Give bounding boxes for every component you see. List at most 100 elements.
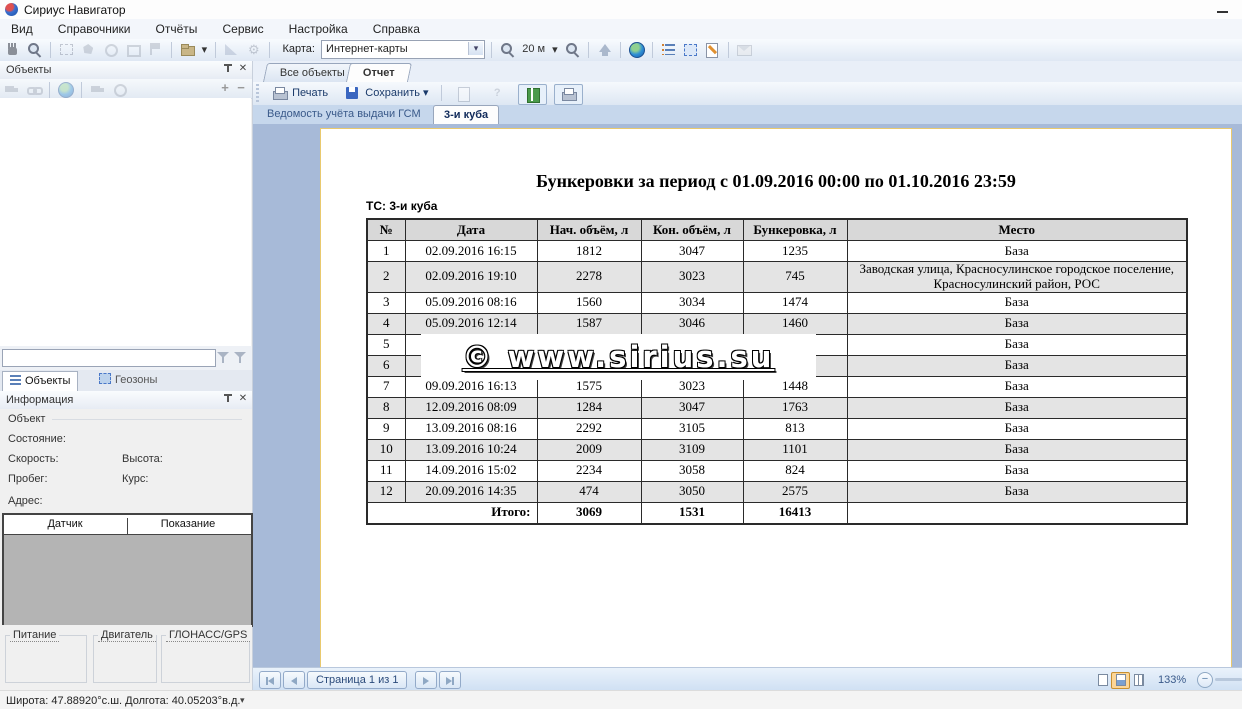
tab-report[interactable]: Отчет bbox=[346, 63, 412, 82]
search-icon[interactable] bbox=[26, 41, 43, 58]
page-setup-button[interactable] bbox=[450, 84, 477, 103]
table-cell: 1587 bbox=[537, 313, 641, 334]
tab-all-objects-label: Все объекты bbox=[280, 64, 345, 82]
table-row: 1114.09.2016 15:0222343058824База bbox=[367, 460, 1187, 481]
table-cell: 02.09.2016 19:10 bbox=[405, 262, 537, 293]
polygon-select-icon[interactable] bbox=[80, 41, 97, 58]
pin-icon[interactable] bbox=[222, 394, 234, 406]
scale-dropdown-arrow[interactable]: ▾ bbox=[552, 43, 558, 56]
minimize-icon bbox=[1217, 11, 1228, 13]
report-toolbar: Печать Сохранить ▾ ? bbox=[253, 82, 1242, 106]
chevron-down-icon[interactable]: ▾ bbox=[468, 42, 483, 55]
table-cell: 2 bbox=[367, 262, 405, 293]
layers-folder-icon[interactable] bbox=[179, 41, 196, 58]
info-panel-title: Информация bbox=[6, 394, 73, 406]
tab-fuel-sheet[interactable]: Ведомость учёта выдачи ГСМ bbox=[257, 105, 431, 123]
filter-icon[interactable] bbox=[216, 352, 230, 365]
tab-geozones[interactable]: Геозоны bbox=[92, 371, 164, 390]
gear-icon[interactable]: ⚙ bbox=[245, 41, 262, 58]
rectangle-tool-icon[interactable] bbox=[124, 41, 141, 58]
multi-page-view-button[interactable] bbox=[1129, 672, 1148, 689]
home-view-icon[interactable] bbox=[596, 41, 613, 58]
close-icon[interactable]: ✕ bbox=[237, 63, 249, 75]
edit-notes-icon[interactable] bbox=[704, 41, 721, 58]
track-object-icon[interactable] bbox=[89, 81, 106, 98]
follow-icon[interactable] bbox=[111, 81, 128, 98]
circle-tool-icon[interactable] bbox=[102, 41, 119, 58]
status-groups: Питание Двигатель ГЛОНАСС/GPS bbox=[0, 625, 252, 690]
add-object-icon[interactable] bbox=[3, 81, 20, 98]
print-preview-button[interactable] bbox=[554, 84, 583, 105]
report-subtitle: ТС: 3-и куба bbox=[366, 199, 437, 213]
fit-width-view-button[interactable] bbox=[1111, 672, 1130, 689]
link-icon[interactable] bbox=[25, 81, 42, 98]
tab-3i-kuba[interactable]: 3-и куба bbox=[433, 105, 499, 124]
table-row: 102.09.2016 16:15181230471235База bbox=[367, 241, 1187, 262]
mail-icon[interactable] bbox=[736, 41, 753, 58]
report-viewport[interactable]: Бункеровки за период с 01.09.2016 00:00 … bbox=[253, 124, 1242, 667]
table-cell: База bbox=[847, 418, 1187, 439]
globe-icon[interactable] bbox=[628, 41, 645, 58]
table-cell: 02.09.2016 16:15 bbox=[405, 241, 537, 262]
next-page-button[interactable] bbox=[415, 671, 437, 689]
close-icon[interactable]: ✕ bbox=[237, 393, 249, 405]
marquee-select-icon[interactable] bbox=[58, 41, 75, 58]
flag-tool-icon[interactable] bbox=[146, 41, 163, 58]
pager-bar: Страница 1 из 1 133% − bbox=[253, 667, 1242, 691]
zoom-in-icon[interactable] bbox=[499, 41, 516, 58]
totals-label: Итого: bbox=[367, 502, 537, 524]
expand-all-icon[interactable]: + bbox=[218, 80, 232, 96]
tab-3i-kuba-label: 3-и куба bbox=[444, 109, 488, 121]
zoom-out-icon[interactable] bbox=[564, 41, 581, 58]
field-address-label: Адрес: bbox=[8, 495, 43, 507]
sensor-table: Датчик Показание bbox=[2, 513, 253, 627]
parameters-panel-button[interactable] bbox=[518, 84, 547, 105]
help-button[interactable]: ? bbox=[484, 84, 511, 103]
geozone-icon bbox=[99, 373, 111, 384]
table-cell: 3047 bbox=[641, 241, 743, 262]
toolbar-separator bbox=[491, 42, 492, 58]
menu-directories[interactable]: Справочники bbox=[47, 19, 142, 39]
toolbar-separator bbox=[269, 42, 270, 58]
pan-tool-icon[interactable] bbox=[4, 41, 21, 58]
objects-tree[interactable] bbox=[0, 98, 251, 347]
engine-group-label: Двигатель bbox=[98, 629, 156, 642]
totals-row: Итого: 3069 1531 16413 bbox=[367, 502, 1187, 524]
selection-area-icon[interactable] bbox=[682, 41, 699, 58]
show-on-map-icon[interactable] bbox=[57, 81, 74, 98]
minimize-button[interactable] bbox=[1212, 4, 1232, 16]
map-select[interactable]: Интернет-карты ▾ bbox=[321, 40, 485, 59]
save-dropdown-arrow[interactable]: ▾ bbox=[423, 87, 429, 99]
measure-icon[interactable] bbox=[223, 41, 240, 58]
menu-help[interactable]: Справка bbox=[362, 19, 431, 39]
table-cell: 1763 bbox=[743, 397, 847, 418]
print-button[interactable]: Печать bbox=[266, 84, 332, 103]
single-page-view-button[interactable] bbox=[1093, 672, 1112, 689]
status-dropdown-icon[interactable]: ▾ bbox=[240, 695, 245, 706]
prev-page-icon bbox=[291, 677, 297, 685]
report-title: Бункеровки за период с 01.09.2016 00:00 … bbox=[321, 171, 1231, 192]
table-cell: 10 bbox=[367, 439, 405, 460]
zoom-out-button[interactable]: − bbox=[1197, 672, 1213, 688]
clear-filter-icon[interactable] bbox=[233, 352, 247, 365]
legend-list-icon[interactable] bbox=[660, 41, 677, 58]
table-cell: 3109 bbox=[641, 439, 743, 460]
tab-objects[interactable]: Объекты bbox=[2, 371, 78, 391]
table-row: 202.09.2016 19:1022783023745Заводская ул… bbox=[367, 262, 1187, 293]
collapse-all-icon[interactable]: − bbox=[234, 80, 248, 96]
save-button[interactable]: Сохранить ▾ bbox=[339, 84, 432, 103]
first-page-button[interactable] bbox=[259, 671, 281, 689]
prev-page-button[interactable] bbox=[283, 671, 305, 689]
save-icon bbox=[344, 85, 361, 102]
scale-value[interactable]: 20 м bbox=[522, 43, 545, 55]
last-page-button[interactable] bbox=[439, 671, 461, 689]
menu-settings[interactable]: Настройка bbox=[278, 19, 359, 39]
menu-view[interactable]: Вид bbox=[0, 19, 44, 39]
folder-dropdown-arrow[interactable]: ▾ bbox=[202, 43, 208, 56]
pin-icon[interactable] bbox=[222, 64, 234, 76]
table-cell: 1101 bbox=[743, 439, 847, 460]
menu-service[interactable]: Сервис bbox=[212, 19, 275, 39]
menu-reports[interactable]: Отчёты bbox=[145, 19, 209, 39]
zoom-slider[interactable] bbox=[1215, 678, 1242, 681]
filter-input[interactable] bbox=[2, 349, 216, 367]
